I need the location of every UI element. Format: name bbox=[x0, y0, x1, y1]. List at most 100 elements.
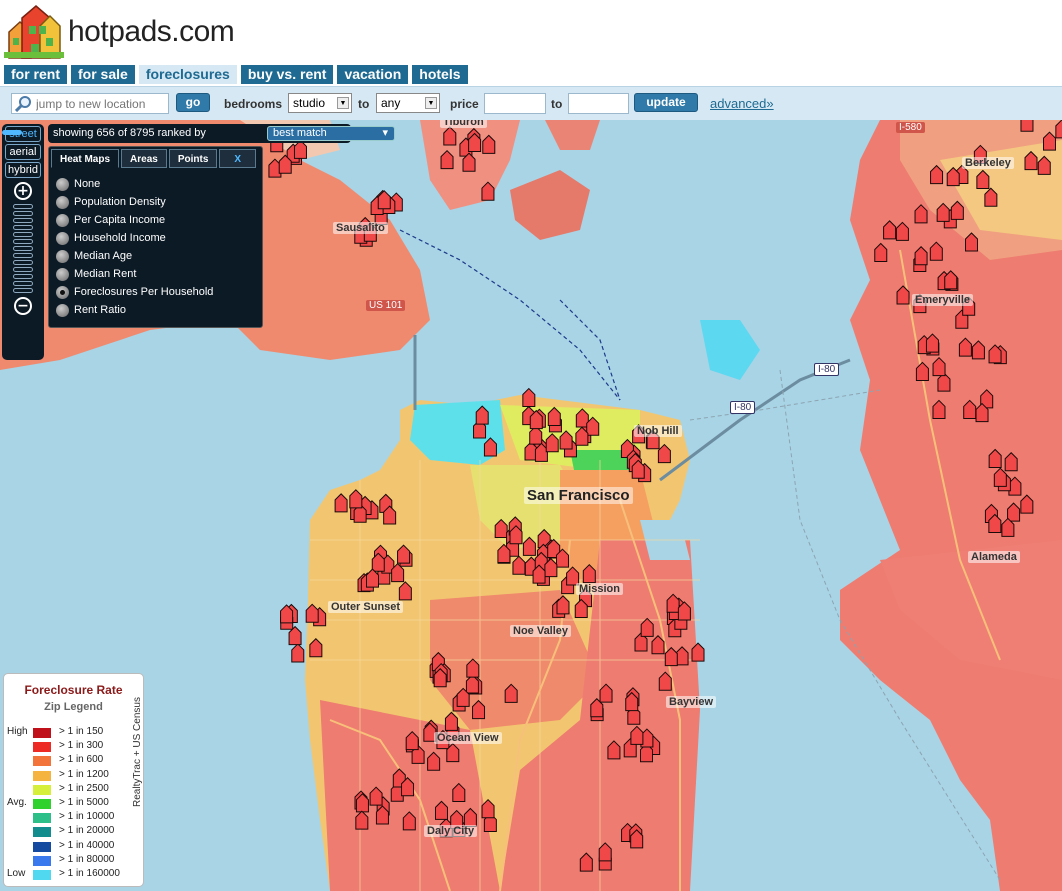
bedrooms-from-select[interactable]: studio ▼ bbox=[288, 93, 352, 113]
legend-range-label: > 1 in 80000 bbox=[59, 853, 115, 865]
foreclosure-house-icon[interactable] bbox=[1020, 120, 1034, 132]
zoom-level-notch[interactable] bbox=[13, 260, 33, 265]
map-label-mission: Mission bbox=[576, 583, 623, 595]
legend-range-label: > 1 in 600 bbox=[59, 754, 104, 766]
highway-shield-us101: US 101 bbox=[366, 300, 406, 311]
bedrooms-label: bedrooms bbox=[224, 97, 283, 111]
legend-range-label: > 1 in 40000 bbox=[59, 839, 115, 851]
zoom-level-notch[interactable] bbox=[13, 288, 33, 293]
magnifier-icon bbox=[15, 96, 31, 112]
legend-subtitle: Zip Legend bbox=[44, 701, 103, 713]
header: hotpads.com bbox=[0, 0, 1062, 64]
tab-heat-maps[interactable]: Heat Maps bbox=[51, 149, 120, 168]
bedrooms-from-value: studio bbox=[293, 96, 326, 110]
dropdown-arrow-icon: ▾ bbox=[382, 127, 388, 139]
zoom-level-notch[interactable] bbox=[13, 246, 33, 251]
legend-color-swatch bbox=[33, 813, 51, 824]
tab-vacation[interactable]: vacation bbox=[337, 65, 409, 84]
zoom-level-notch[interactable] bbox=[13, 253, 33, 258]
zoom-level-notch[interactable] bbox=[13, 239, 33, 244]
heat-map-option-label: Rent Ratio bbox=[74, 304, 126, 316]
heat-map-option[interactable]: Per Capita Income bbox=[56, 211, 262, 229]
dropdown-arrow-icon: ▼ bbox=[425, 97, 437, 109]
tab-for-rent[interactable]: for rent bbox=[4, 65, 67, 84]
zoom-level-notch[interactable] bbox=[13, 281, 33, 286]
zoom-level-notch[interactable] bbox=[13, 225, 33, 230]
go-button[interactable]: go bbox=[176, 93, 210, 112]
hybrid-view-button[interactable]: hybrid bbox=[5, 162, 41, 178]
heat-map-options: None Population Density Per Capita Income H… bbox=[49, 168, 262, 319]
heat-map-option-label: Foreclosures Per Household bbox=[74, 286, 214, 298]
legend-level-label: Avg. bbox=[7, 797, 27, 808]
price-max-input[interactable] bbox=[568, 93, 629, 114]
map-label-alameda: Alameda bbox=[968, 551, 1020, 563]
close-panel-button[interactable]: X bbox=[219, 149, 257, 168]
zoom-level-notch[interactable] bbox=[2, 130, 22, 135]
legend-color-swatch bbox=[33, 799, 51, 809]
map-view-controls: street aerial hybrid + − bbox=[2, 124, 44, 360]
zoom-in-button[interactable]: + bbox=[14, 182, 32, 200]
heat-map-option-label: Median Age bbox=[74, 250, 133, 262]
heat-map-option-label: Population Density bbox=[74, 196, 166, 208]
zoom-level-notch[interactable] bbox=[13, 267, 33, 272]
tab-areas[interactable]: Areas bbox=[121, 149, 167, 168]
heat-map-option[interactable]: Median Rent bbox=[56, 265, 262, 283]
map-label-san-francisco: San Francisco bbox=[524, 487, 633, 504]
legend-color-swatch bbox=[33, 784, 51, 795]
tab-points[interactable]: Points bbox=[168, 149, 218, 168]
heat-map-option-label: Median Rent bbox=[74, 268, 137, 280]
tab-foreclosures[interactable]: foreclosures bbox=[138, 65, 237, 84]
legend-color-swatch bbox=[33, 827, 51, 838]
heat-map-option[interactable]: None bbox=[56, 175, 262, 193]
heat-map-panel: Heat Maps Areas Points X None Population … bbox=[48, 146, 263, 328]
map-label-berkeley: Berkeley bbox=[962, 157, 1014, 169]
zoom-level-notch[interactable] bbox=[13, 218, 33, 223]
foreclosure-legend: Foreclosure Rate Zip Legend High > 1 in 1… bbox=[3, 673, 144, 887]
radio-icon bbox=[56, 195, 69, 209]
bedrooms-to-value: any bbox=[381, 96, 401, 110]
update-button[interactable]: update bbox=[634, 93, 698, 112]
map-label-daly-city: Daly City bbox=[424, 825, 478, 837]
highway-shield-i580: I-580 bbox=[896, 122, 925, 133]
heat-map-option[interactable]: Population Density bbox=[56, 193, 262, 211]
heat-map-option[interactable]: Median Age bbox=[56, 247, 262, 265]
heat-map-option[interactable]: Foreclosures Per Household bbox=[56, 283, 262, 301]
legend-range-label: > 1 in 150 bbox=[59, 726, 104, 737]
radio-icon bbox=[56, 231, 69, 245]
legend-range-label: > 1 in 2500 bbox=[59, 782, 109, 794]
heat-map-option[interactable]: Rent Ratio bbox=[56, 301, 262, 319]
zoom-level-notch[interactable] bbox=[13, 274, 33, 279]
map-label-sausalito: Sausalito bbox=[333, 222, 388, 234]
radio-icon bbox=[56, 249, 69, 263]
zoom-level-notch[interactable] bbox=[13, 204, 33, 209]
advanced-link[interactable]: advanced» bbox=[710, 96, 774, 111]
aerial-view-button[interactable]: aerial bbox=[5, 144, 41, 160]
radio-icon bbox=[56, 177, 69, 191]
zoom-level-notch[interactable] bbox=[13, 232, 33, 237]
highway-shield-i80: I-80 bbox=[814, 363, 840, 376]
legend-color-swatch bbox=[33, 841, 51, 852]
dropdown-arrow-icon: ▼ bbox=[337, 97, 349, 109]
location-search bbox=[11, 93, 169, 114]
results-bar: showing 656 of 8795 ranked by best match… bbox=[48, 124, 395, 143]
bedrooms-to-select[interactable]: any ▼ bbox=[376, 93, 440, 113]
tab-buy-vs-rent[interactable]: buy vs. rent bbox=[240, 65, 334, 84]
location-input[interactable] bbox=[36, 94, 166, 113]
legend-color-swatch bbox=[33, 728, 51, 738]
legend-level-label: High bbox=[7, 726, 28, 737]
zoom-out-button[interactable]: − bbox=[14, 297, 32, 315]
tab-hotels[interactable]: hotels bbox=[412, 65, 468, 84]
heat-map-option[interactable]: Household Income bbox=[56, 229, 262, 247]
logo[interactable]: hotpads.com bbox=[4, 4, 235, 60]
rank-by-select[interactable]: best match ▾ bbox=[267, 126, 395, 141]
rank-by-value: best match bbox=[273, 127, 327, 139]
results-count-text: showing 656 of 8795 ranked by bbox=[53, 127, 206, 139]
zoom-slider[interactable] bbox=[2, 130, 44, 293]
map-label-tiburon: Tiburon bbox=[440, 120, 487, 128]
tab-for-sale[interactable]: for sale bbox=[71, 65, 135, 84]
legend-range-label: > 1 in 10000 bbox=[59, 811, 115, 823]
heat-map-option-label: Household Income bbox=[74, 232, 166, 244]
zoom-level-notch[interactable] bbox=[13, 211, 33, 216]
legend-color-swatch bbox=[33, 855, 51, 866]
price-min-input[interactable] bbox=[484, 93, 546, 114]
